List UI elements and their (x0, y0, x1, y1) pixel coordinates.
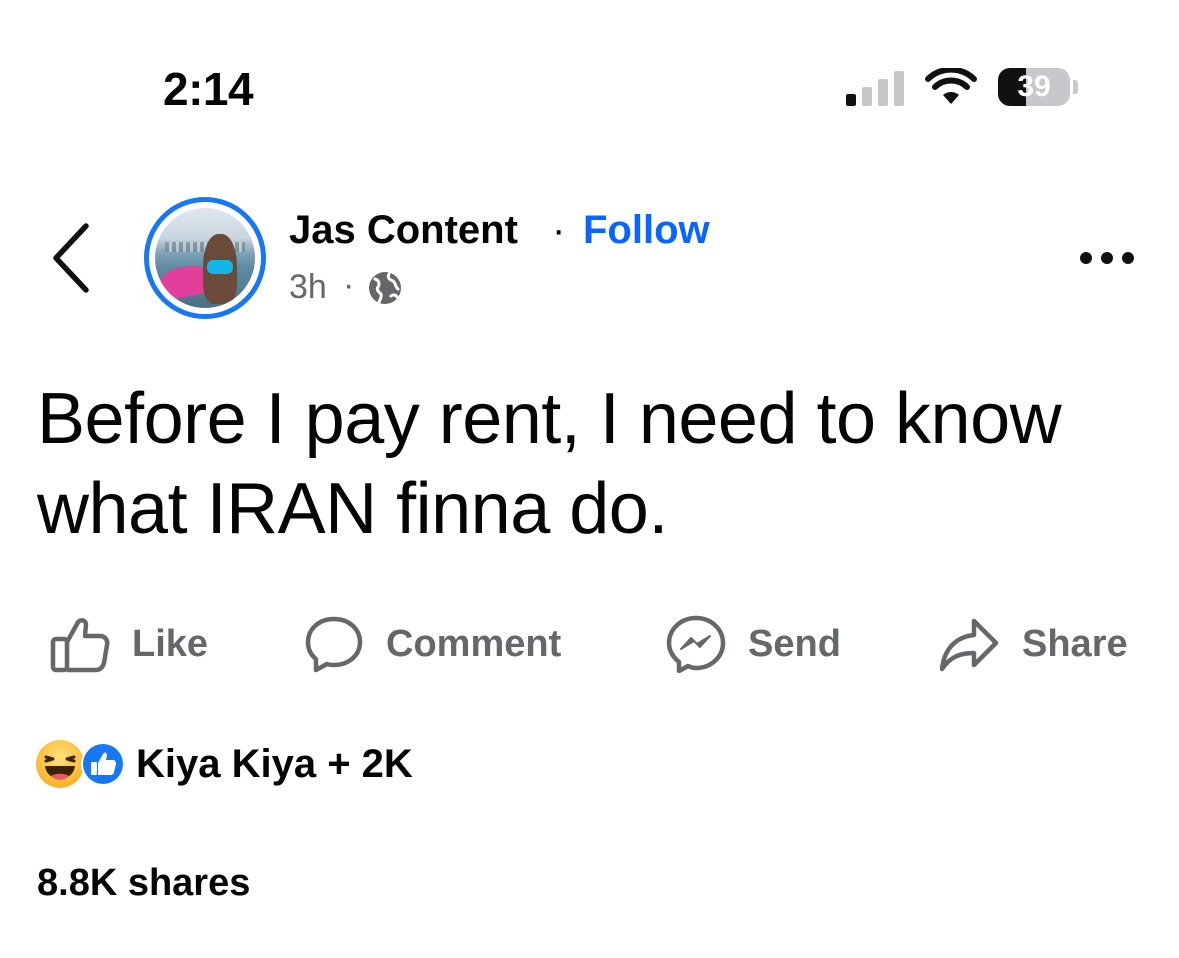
share-label: Share (1022, 622, 1128, 665)
send-label: Send (748, 622, 841, 665)
comment-label: Comment (386, 622, 562, 665)
comment-bubble-icon (305, 616, 363, 673)
meta-separator: · (343, 266, 355, 304)
cellular-signal-icon (846, 71, 904, 106)
thumbs-up-icon (50, 618, 110, 673)
avatar[interactable] (155, 208, 255, 308)
battery-indicator: 39 (998, 66, 1080, 108)
reactions-summary[interactable]: Kiya Kiya + 2K (34, 738, 413, 790)
battery-level: 39 (1017, 70, 1051, 103)
shares-count[interactable]: 8.8K shares (37, 862, 250, 905)
haha-reaction-icon (36, 740, 84, 788)
name-separator: · (552, 208, 566, 252)
globe-icon (369, 272, 401, 304)
more-options-icon[interactable] (1078, 245, 1136, 271)
like-reaction-icon (81, 742, 125, 786)
comment-button[interactable]: Comment (304, 612, 561, 676)
share-arrow-icon (939, 618, 999, 672)
like-label: Like (132, 622, 209, 665)
author-name[interactable]: Jas Content (289, 208, 518, 253)
follow-button[interactable]: Follow (583, 208, 710, 253)
status-bar-time: 2:14 (163, 63, 254, 115)
send-button[interactable]: Send (666, 612, 841, 676)
like-button[interactable]: Like (50, 612, 208, 676)
author-avatar-story-ring[interactable] (144, 197, 266, 319)
post-text: Before I pay rent, I need to know what I… (37, 379, 1062, 549)
post-timestamp[interactable]: 3h (289, 268, 327, 307)
chevron-left-icon[interactable] (48, 222, 92, 294)
wifi-icon (925, 68, 977, 104)
reactors-text: Kiya Kiya + 2K (136, 741, 413, 786)
messenger-icon (666, 615, 726, 673)
share-button[interactable]: Share (938, 612, 1128, 676)
